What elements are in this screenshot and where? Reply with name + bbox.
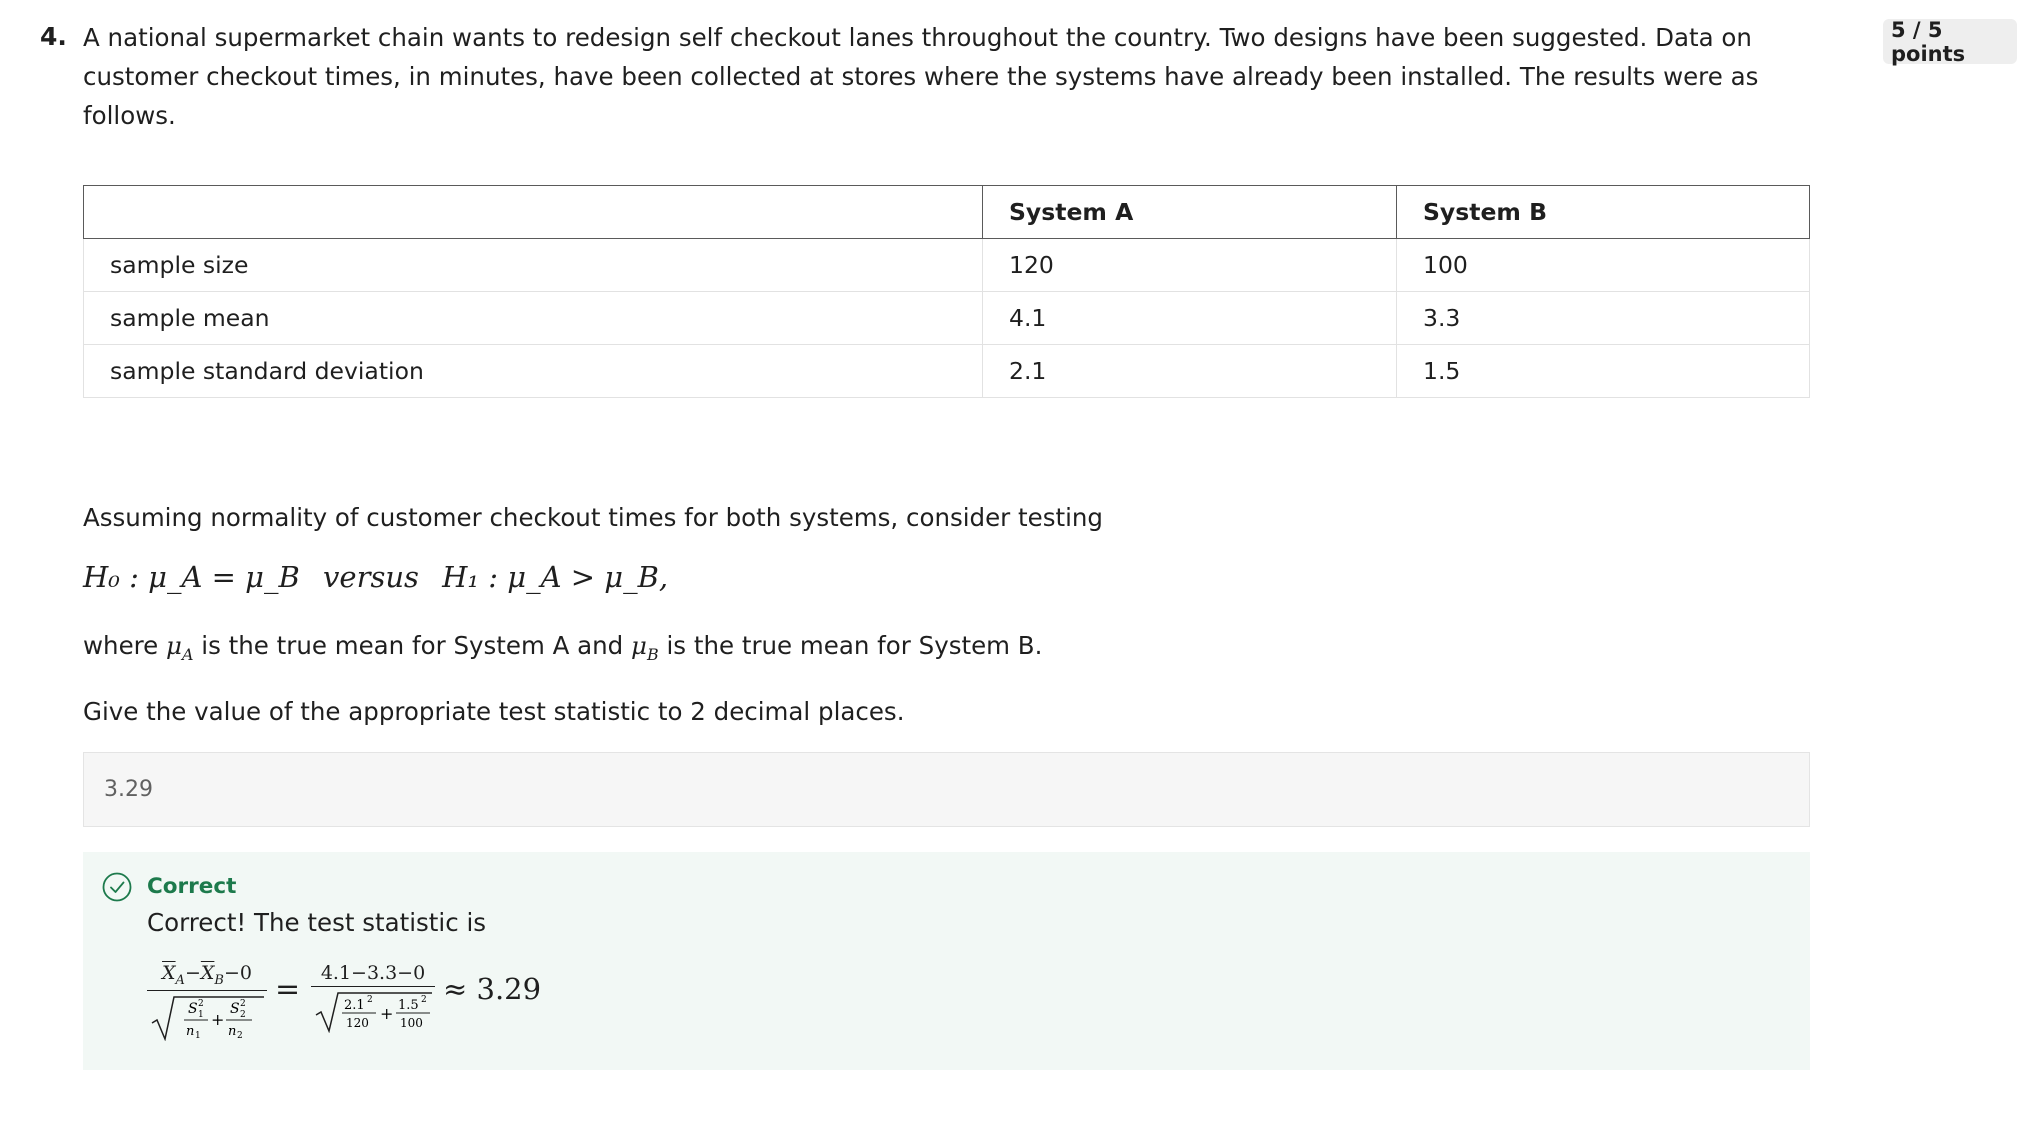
- table-header-cell: System A: [982, 185, 1397, 239]
- table-cell: sample size: [83, 238, 983, 292]
- feedback-status: Correct: [147, 874, 237, 899]
- sqrt-symbol: S 2 1 n 1 + S 2 2 n 2: [151, 996, 264, 1042]
- question-prompt: A national supermarket chain wants to re…: [83, 23, 1759, 130]
- svg-text:1.5: 1.5: [398, 998, 419, 1013]
- svg-text:+: +: [380, 1004, 393, 1023]
- table-cell: sample mean: [83, 291, 983, 345]
- instruction-text: Give the value of the appropriate test s…: [83, 697, 905, 726]
- feedback-text: Correct! The test statistic is: [147, 908, 487, 937]
- svg-text:100: 100: [400, 1016, 423, 1030]
- svg-text:2: 2: [237, 1031, 243, 1041]
- table-row: sample mean 4.1 3.3: [83, 291, 1810, 345]
- mu-a-symbol: μA: [166, 631, 194, 664]
- table-header-cell: System B: [1396, 185, 1810, 239]
- svg-text:2.1: 2.1: [344, 998, 365, 1013]
- numeric-fraction: 4.1−3.3−0 2.1 2 120 + 1.5 2 100: [311, 962, 435, 1037]
- table-cell: 120: [982, 238, 1397, 292]
- versus-label: versus: [323, 560, 419, 594]
- answer-input[interactable]: 3.29: [83, 752, 1810, 827]
- null-hypothesis: H₀ : μ_A = μ_B: [83, 560, 300, 594]
- svg-text:1: 1: [198, 1010, 204, 1020]
- svg-text:2: 2: [240, 1010, 246, 1020]
- svg-text:+: +: [211, 1010, 224, 1029]
- svg-text:n: n: [186, 1024, 194, 1039]
- table-cell: 3.3: [1396, 291, 1810, 345]
- svg-text:S: S: [230, 1001, 240, 1017]
- svg-text:n: n: [228, 1024, 236, 1039]
- svg-text:S: S: [188, 1001, 198, 1017]
- points-label: 5 / 5 points: [1891, 17, 1966, 66]
- svg-text:120: 120: [346, 1016, 369, 1030]
- hypothesis-statement: H₀ : μ_A = μ_B versus H₁ : μ_A > μ_B,: [83, 560, 668, 594]
- table-row: sample standard deviation 2.1 1.5: [83, 344, 1810, 398]
- svg-text:2: 2: [198, 999, 204, 1009]
- result-value: ≈ 3.29: [443, 972, 542, 1006]
- sqrt-symbol: 2.1 2 120 + 1.5 2 100: [315, 992, 432, 1034]
- table-row: sample size 120 100: [83, 238, 1810, 292]
- mu-b-symbol: μB: [631, 631, 659, 664]
- answer-value: 3.29: [104, 777, 153, 802]
- table-cell: 1.5: [1396, 344, 1810, 398]
- symbolic-fraction: XA−XB−0 S 2 1 n 1 + S 2 2 n 2: [147, 962, 267, 1045]
- where-prefix: where: [83, 631, 159, 660]
- svg-text:1: 1: [195, 1031, 201, 1041]
- points-badge: 5 / 5 points: [1883, 17, 2017, 66]
- svg-text:2: 2: [367, 995, 373, 1005]
- equals-sign: =: [275, 972, 301, 1007]
- table-cell: 4.1: [982, 291, 1397, 345]
- feedback-panel: Correct Correct! The test statistic is X…: [83, 852, 1810, 1070]
- table-header-row: System A System B: [83, 185, 1810, 239]
- intro-text: Assuming normality of customer checkout …: [83, 503, 1103, 532]
- question-number: 4.: [40, 22, 67, 51]
- check-circle-icon: [102, 872, 132, 902]
- alternative-hypothesis: H₁ : μ_A > μ_B,: [442, 560, 669, 594]
- data-table: System A System B sample size 120 100 sa…: [83, 185, 1810, 398]
- table-cell: 2.1: [982, 344, 1397, 398]
- where-mid: is the true mean for System A and: [201, 631, 624, 660]
- svg-text:2: 2: [240, 999, 246, 1009]
- table-cell: 100: [1396, 238, 1810, 292]
- svg-text:2: 2: [421, 995, 427, 1005]
- table-header-cell: [83, 185, 983, 239]
- table-cell: sample standard deviation: [83, 344, 983, 398]
- where-suffix: is the true mean for System B.: [666, 631, 1043, 660]
- where-text: where μA is the true mean for System A a…: [83, 631, 1042, 664]
